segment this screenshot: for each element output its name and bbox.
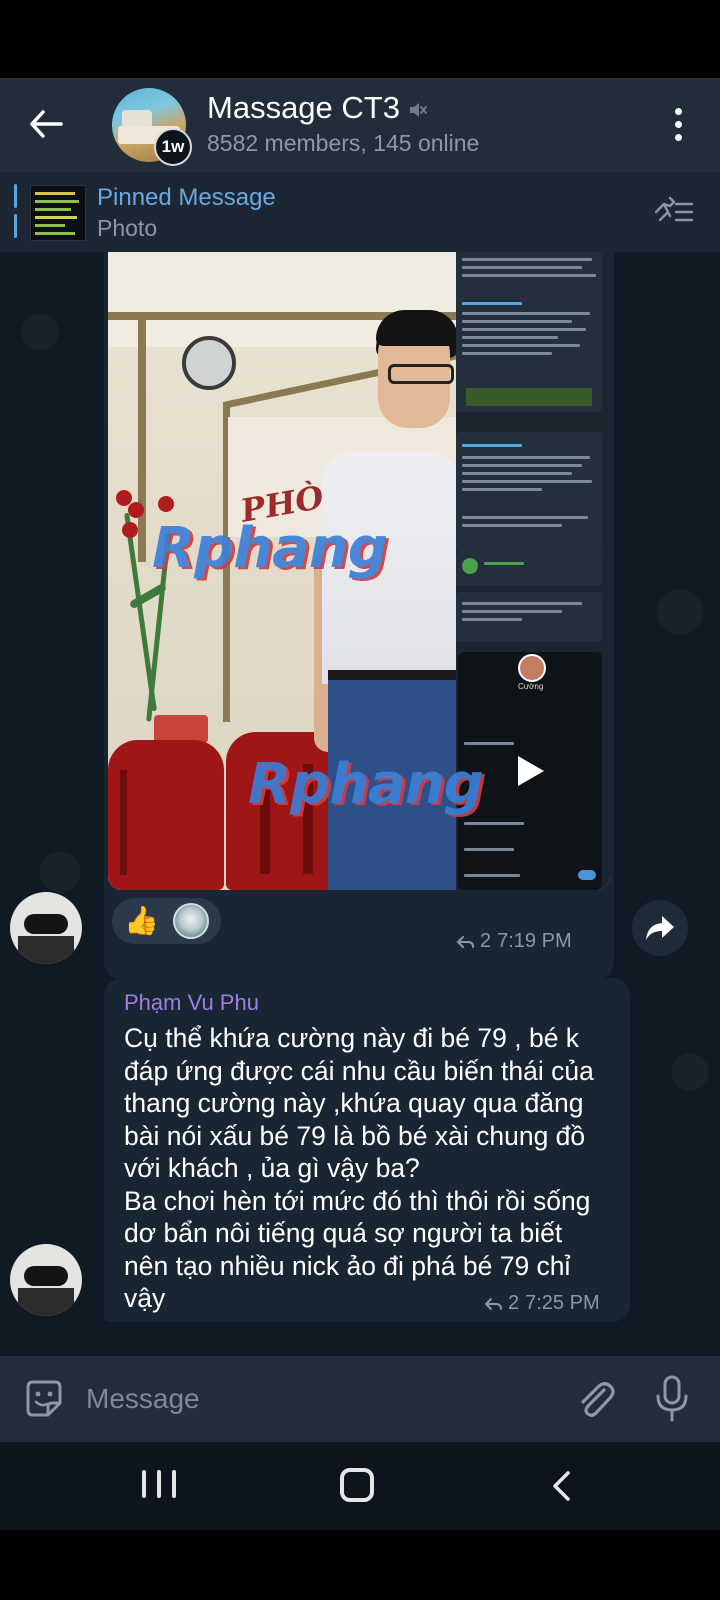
pinned-thumbnail (30, 185, 86, 241)
photo-message-meta: 2 7:19 PM (456, 930, 572, 953)
back-button[interactable] (22, 100, 70, 148)
pinned-title: Pinned Message (97, 184, 276, 211)
message-text: Cụ thể khứa cường này đi bé 79 , bé k đá… (124, 1023, 594, 1313)
sender-name[interactable]: Phạm Vu Phu (124, 990, 259, 1016)
reply-arrow-icon (456, 935, 474, 948)
pinned-subtitle: Photo (97, 215, 158, 241)
reply-count[interactable]: 2 (480, 930, 491, 953)
user-avatar[interactable] (10, 1244, 82, 1316)
microphone-icon[interactable] (652, 1374, 692, 1424)
watermark-top: Rphang (152, 516, 388, 581)
thumbs-up-emoji: 👍 (124, 905, 159, 936)
home-button[interactable] (340, 1468, 374, 1502)
play-icon[interactable] (518, 756, 544, 786)
pin-list-icon[interactable] (650, 192, 696, 232)
more-vertical-icon[interactable] (662, 100, 694, 148)
member-count: 8582 members, 145 online (207, 130, 480, 156)
watermark-bottom: Rphang (248, 752, 484, 817)
text-message-meta: 2 7:25 PM (484, 1292, 600, 1315)
message-composer (0, 1356, 720, 1442)
system-back-icon[interactable] (548, 1470, 576, 1502)
message-time: 7:19 PM (497, 930, 572, 952)
reaction-thumbs-up[interactable]: 👍 (112, 898, 221, 944)
photo-message[interactable]: PHÒNG KỸ (104, 252, 614, 980)
video-user-name: Cường (518, 682, 544, 691)
wall-clock (182, 336, 236, 390)
emoji-sticker-icon[interactable] (22, 1377, 66, 1421)
share-arrow-icon (646, 916, 674, 940)
paperclip-icon[interactable] (574, 1376, 618, 1422)
story-badge: 1w (154, 128, 192, 166)
phone-screen: 1w Massage CT3 8582 members, 145 online … (0, 0, 720, 1600)
reply-arrow-icon (484, 1297, 502, 1310)
message-time: 7:25 PM (525, 1292, 600, 1314)
chat-header: 1w Massage CT3 8582 members, 145 online (0, 78, 720, 172)
message-list[interactable]: PHÒNG KỸ (0, 252, 720, 1356)
user-avatar[interactable] (10, 892, 82, 964)
message-input[interactable] (86, 1374, 526, 1424)
status-bar (0, 0, 720, 78)
system-nav-bar (0, 1442, 720, 1530)
pinned-indicator (14, 184, 17, 240)
reactor-avatar (172, 903, 209, 939)
reply-count[interactable]: 2 (508, 1292, 519, 1315)
muted-speaker-icon (410, 103, 427, 117)
reaction-bar: 👍 (112, 898, 221, 944)
share-button[interactable] (632, 900, 688, 956)
bottom-bezel (0, 1530, 720, 1600)
text-message[interactable]: Phạm Vu Phu Cụ thể khứa cường này đi bé … (104, 978, 630, 1322)
back-arrow-icon (30, 110, 63, 138)
chat-title[interactable]: Massage CT3 (207, 90, 400, 126)
pinned-message-bar[interactable]: Pinned Message Photo (0, 172, 720, 252)
message-photo[interactable]: PHÒNG KỸ (108, 252, 610, 890)
recent-apps-button[interactable] (142, 1470, 176, 1502)
